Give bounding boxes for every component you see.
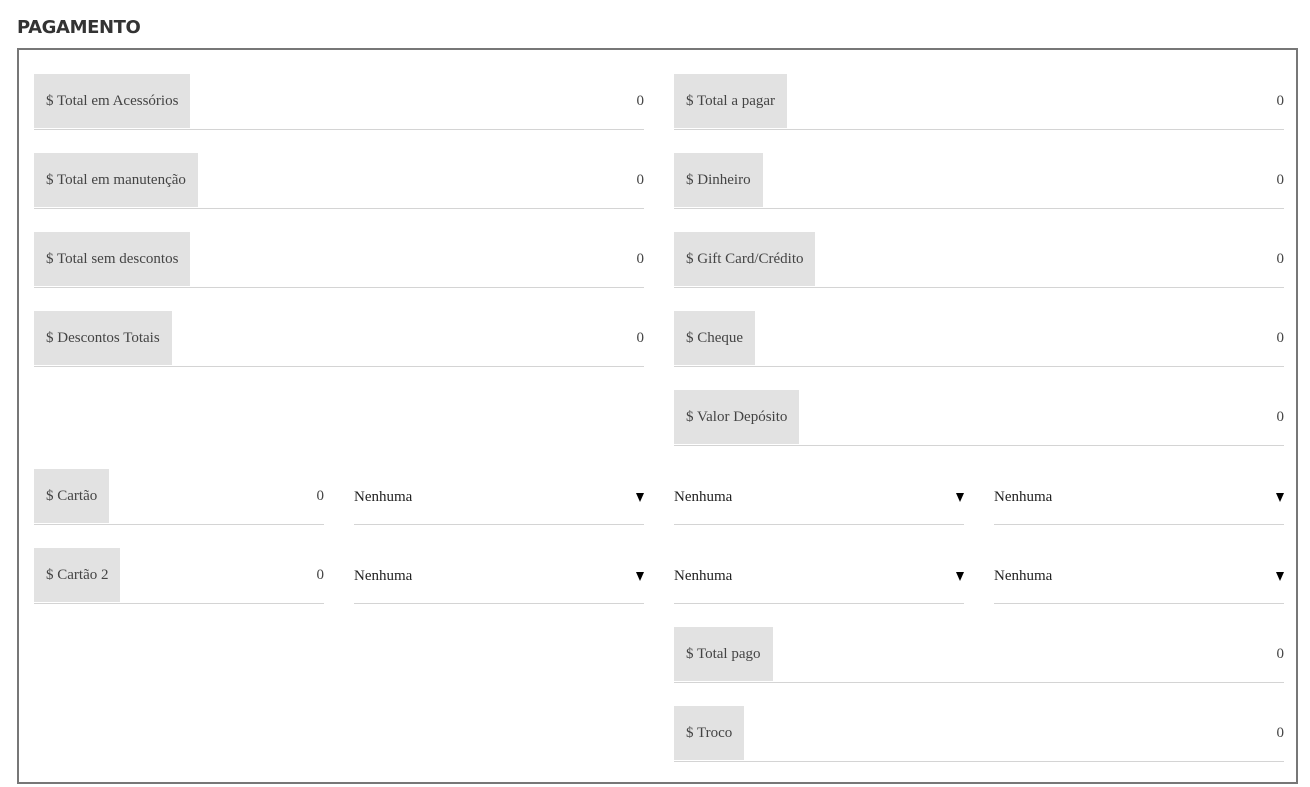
field-value: 0: [636, 251, 645, 267]
dropdown-arrow-icon: [636, 493, 644, 502]
field-label: $ Dinheiro: [674, 153, 763, 207]
field-label: $ Valor Depósito: [674, 390, 800, 444]
select-value: Nenhuma: [674, 568, 733, 584]
descontos-totais-field[interactable]: $ Descontos Totais 0: [34, 311, 644, 367]
cartao-2-select-3[interactable]: Nenhuma: [994, 548, 1284, 604]
cartao-select-3[interactable]: Nenhuma: [994, 469, 1284, 525]
cartao-2-select-1[interactable]: Nenhuma: [354, 548, 644, 604]
valor-deposito-field[interactable]: $ Valor Depósito 0: [674, 390, 1284, 446]
field-value: 0: [636, 330, 645, 346]
field-label: $ Cartão 2: [34, 548, 121, 602]
field-label: $ Total em Acessórios: [34, 74, 191, 128]
dropdown-arrow-icon: [956, 493, 964, 502]
field-label: $ Gift Card/Crédito: [674, 232, 816, 286]
troco-field[interactable]: $ Troco 0: [674, 706, 1284, 762]
cheque-field[interactable]: $ Cheque 0: [674, 311, 1284, 367]
field-value: 0: [1276, 725, 1285, 741]
field-value: 0: [316, 488, 325, 504]
select-value: Nenhuma: [354, 489, 413, 505]
field-value: 0: [1276, 409, 1285, 425]
cartao-field[interactable]: $ Cartão 0: [34, 469, 324, 525]
field-value: 0: [1276, 646, 1285, 662]
field-label: $ Total em manutenção: [34, 153, 198, 207]
total-sem-descontos-field[interactable]: $ Total sem descontos 0: [34, 232, 644, 288]
field-label: $ Cheque: [674, 311, 756, 365]
field-value: 0: [316, 567, 325, 583]
dropdown-arrow-icon: [1276, 493, 1284, 502]
select-value: Nenhuma: [354, 568, 413, 584]
cartao-2-field[interactable]: $ Cartão 2 0: [34, 548, 324, 604]
field-label: $ Total pago: [674, 627, 773, 681]
dropdown-arrow-icon: [956, 572, 964, 581]
select-value: Nenhuma: [994, 489, 1053, 505]
cartao-select-2[interactable]: Nenhuma: [674, 469, 964, 525]
field-value: 0: [636, 93, 645, 109]
field-value: 0: [1276, 251, 1285, 267]
select-value: Nenhuma: [674, 489, 733, 505]
cartao-select-1[interactable]: Nenhuma: [354, 469, 644, 525]
dropdown-arrow-icon: [636, 572, 644, 581]
total-manutencao-field[interactable]: $ Total em manutenção 0: [34, 153, 644, 209]
dropdown-arrow-icon: [1276, 572, 1284, 581]
total-a-pagar-field[interactable]: $ Total a pagar 0: [674, 74, 1284, 130]
total-acessorios-field[interactable]: $ Total em Acessórios 0: [34, 74, 644, 130]
field-value: 0: [1276, 330, 1285, 346]
field-label: $ Cartão: [34, 469, 110, 523]
select-value: Nenhuma: [994, 568, 1053, 584]
field-label: $ Total a pagar: [674, 74, 788, 128]
dinheiro-field[interactable]: $ Dinheiro 0: [674, 153, 1284, 209]
field-label: $ Troco: [674, 706, 745, 760]
gift-card-credito-field[interactable]: $ Gift Card/Crédito 0: [674, 232, 1284, 288]
field-value: 0: [1276, 93, 1285, 109]
field-value: 0: [636, 172, 645, 188]
total-pago-field[interactable]: $ Total pago 0: [674, 627, 1284, 683]
section-title: PAGAMENTO: [17, 17, 141, 38]
field-value: 0: [1276, 172, 1285, 188]
field-label: $ Descontos Totais: [34, 311, 172, 365]
payment-panel: $ Total em Acessórios 0 $ Total em manut…: [17, 48, 1298, 784]
cartao-2-select-2[interactable]: Nenhuma: [674, 548, 964, 604]
field-label: $ Total sem descontos: [34, 232, 191, 286]
